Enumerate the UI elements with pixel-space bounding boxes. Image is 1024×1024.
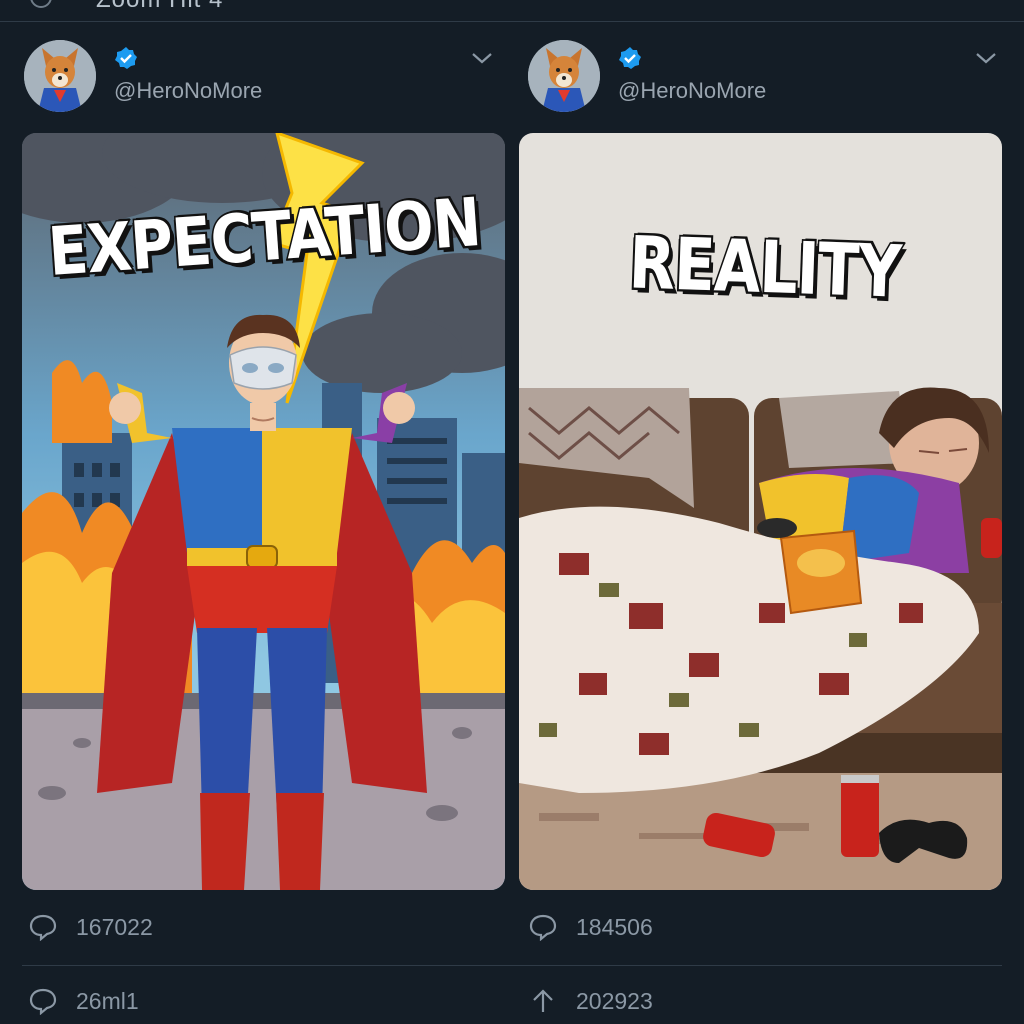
share-count[interactable]: 202923 bbox=[528, 986, 653, 1016]
reply-count[interactable]: 184506 bbox=[528, 912, 653, 942]
user-handle[interactable]: @HeroNoMore bbox=[114, 78, 262, 104]
user-handle[interactable]: @HeroNoMore bbox=[618, 78, 766, 104]
app-icon[interactable] bbox=[30, 0, 52, 8]
post-image-expectation[interactable]: EXPECTATION bbox=[22, 133, 505, 890]
chevron-down-icon[interactable] bbox=[974, 50, 998, 66]
top-bar-title: Zoom Hit 4 bbox=[96, 0, 223, 14]
share-count-value: 202923 bbox=[576, 987, 653, 1014]
avatar[interactable] bbox=[528, 40, 600, 112]
divider bbox=[22, 965, 1002, 966]
verified-badge-icon bbox=[115, 47, 137, 69]
verified-badge-icon bbox=[619, 47, 641, 69]
reply-icon bbox=[29, 914, 57, 941]
chevron-down-icon[interactable] bbox=[470, 50, 494, 66]
reply-icon bbox=[529, 914, 557, 941]
reply-icon bbox=[29, 988, 57, 1015]
post-header: @HeroNoMore bbox=[22, 40, 512, 116]
secondary-count-value: 26ml1 bbox=[76, 987, 139, 1014]
post-image-reality[interactable]: REALITY bbox=[519, 133, 1002, 890]
secondary-count[interactable]: 26ml1 bbox=[28, 986, 139, 1016]
top-bar: Zoom Hit 4 bbox=[0, 0, 1024, 22]
share-icon bbox=[533, 989, 553, 1012]
reply-count-value: 184506 bbox=[576, 913, 653, 940]
fox-hero-avatar-icon bbox=[24, 40, 96, 112]
fox-hero-avatar-icon bbox=[528, 40, 600, 112]
reply-count-value: 167022 bbox=[76, 913, 153, 940]
post-header: @HeroNoMore bbox=[526, 40, 1016, 116]
avatar[interactable] bbox=[24, 40, 96, 112]
reply-count[interactable]: 167022 bbox=[28, 912, 153, 942]
image-caption-reality: REALITY bbox=[626, 220, 904, 317]
